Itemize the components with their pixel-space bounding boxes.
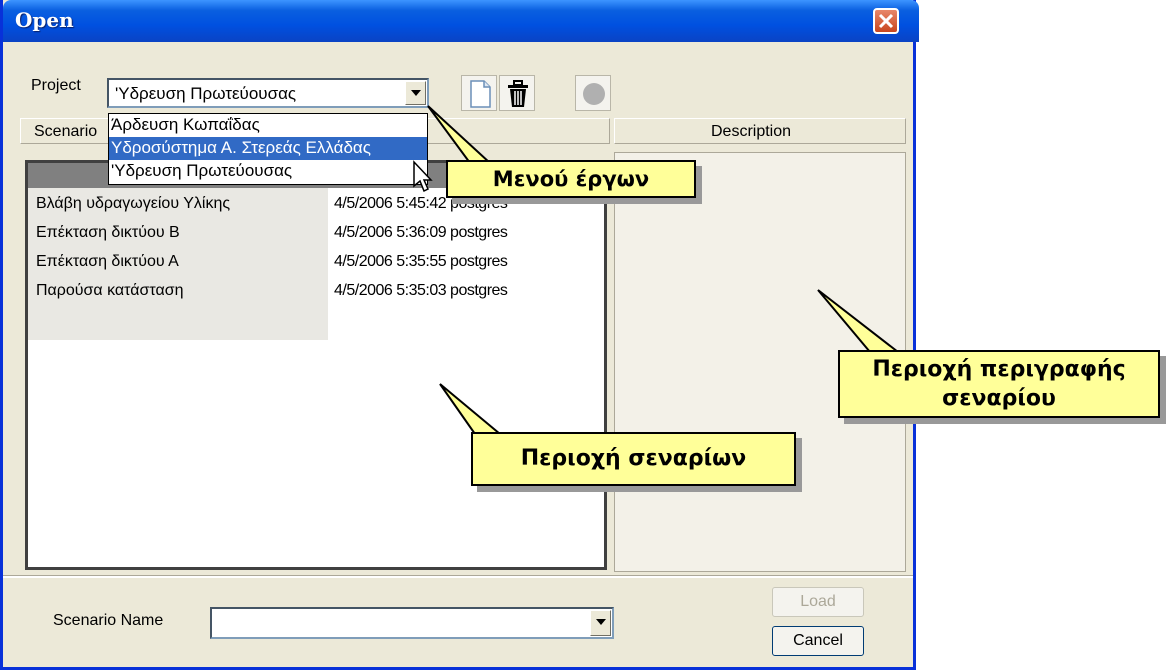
description-callout-line2: σεναρίου xyxy=(942,386,1056,411)
description-callout-line1: Περιοχή περιγραφής xyxy=(872,357,1126,382)
description-callout-pointer xyxy=(817,289,901,353)
description-callout: Περιοχή περιγραφής σεναρίου xyxy=(838,350,1160,418)
scenarios-callout: Περιοχή σεναρίων xyxy=(471,432,796,486)
scenarios-callout-pointer xyxy=(439,383,503,435)
menu-callout-text: Μενού έργων xyxy=(492,167,650,191)
menu-callout: Μενού έργων xyxy=(446,160,696,198)
scenarios-callout-text: Περιοχή σεναρίων xyxy=(520,446,747,471)
menu-callout-pointer xyxy=(427,105,493,164)
callout-pointers xyxy=(413,105,901,435)
mouse-pointer-icon xyxy=(413,160,433,193)
